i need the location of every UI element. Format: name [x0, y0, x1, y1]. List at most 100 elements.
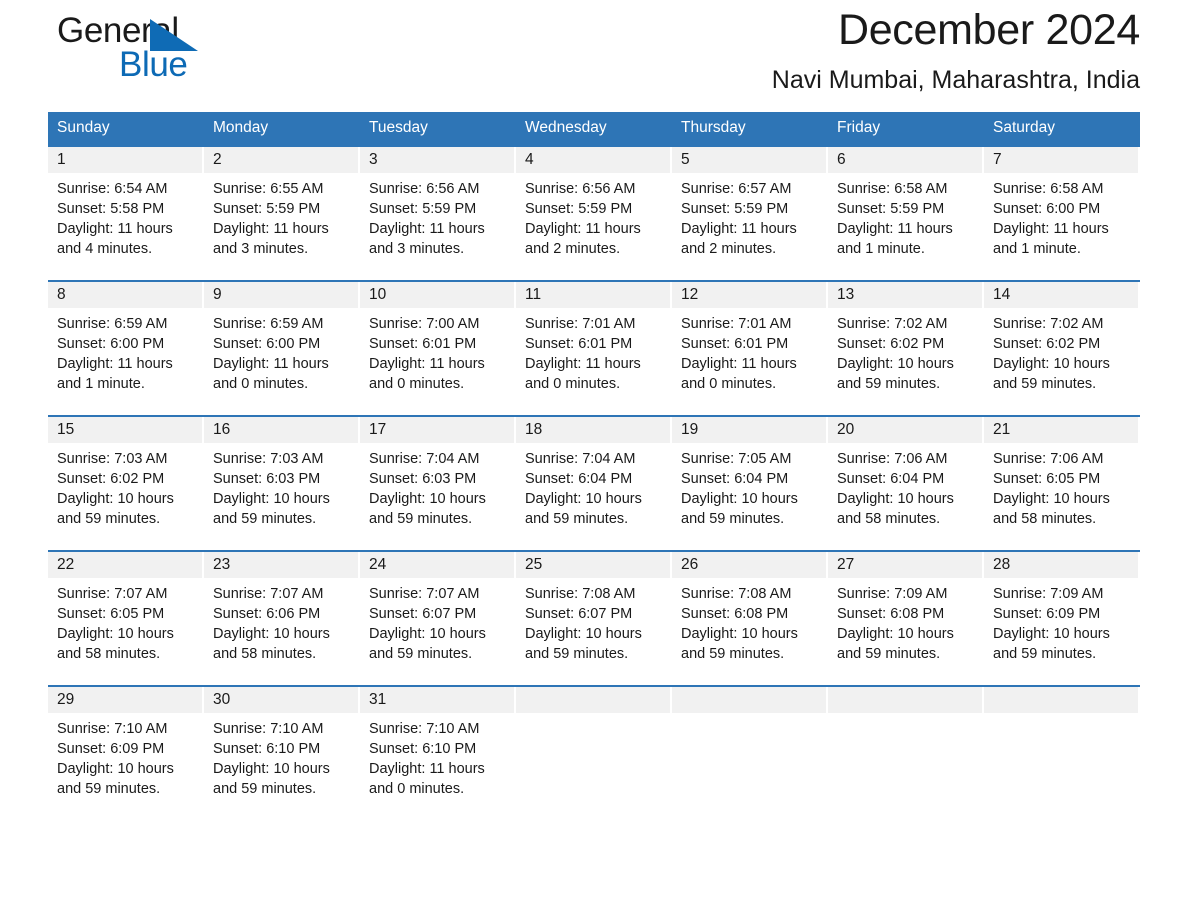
sunset-text: Sunset: 6:04 PM: [525, 471, 633, 487]
day-cell[interactable]: 30 Sunrise: 7:10 AM Sunset: 6:10 PM Dayligh…: [204, 685, 360, 807]
day-cell[interactable]: 12 Sunrise: 7:01 AM Sunset: 6:01 PM Dayligh…: [672, 280, 828, 416]
sunset-text: Sunset: 6:10 PM: [213, 741, 321, 757]
sunset-text: Sunset: 6:01 PM: [525, 336, 633, 352]
sunrise-text: Sunrise: 7:07 AM: [57, 586, 168, 602]
day-cell[interactable]: 21 Sunrise: 7:06 AM Sunset: 6:05 PM Dayligh…: [984, 415, 1140, 551]
sunset-text: Sunset: 6:04 PM: [837, 471, 945, 487]
day-number: 13: [837, 286, 855, 303]
sunset-text: Sunset: 6:03 PM: [213, 471, 321, 487]
dow-header-monday: Monday: [204, 112, 360, 146]
day-cell-empty: [516, 685, 672, 807]
day-cell[interactable]: 28 Sunrise: 7:09 AM Sunset: 6:09 PM Dayligh…: [984, 550, 1140, 686]
daylight-text-line2: and 59 minutes.: [57, 511, 161, 527]
daylight-text-line2: and 0 minutes.: [525, 376, 621, 392]
day-cell[interactable]: 10 Sunrise: 7:00 AM Sunset: 6:01 PM Dayligh…: [360, 280, 516, 416]
sunset-text: Sunset: 6:05 PM: [993, 471, 1101, 487]
day-cell[interactable]: 3 Sunrise: 6:56 AM Sunset: 5:59 PM Daylight…: [360, 145, 516, 281]
day-number: 18: [525, 421, 543, 438]
daylight-text-line2: and 59 minutes.: [837, 376, 941, 392]
day-cell[interactable]: 18 Sunrise: 7:04 AM Sunset: 6:04 PM Dayligh…: [516, 415, 672, 551]
daylight-text-line2: and 2 minutes.: [681, 241, 777, 257]
daylight-text-line2: and 3 minutes.: [369, 241, 465, 257]
sunset-text: Sunset: 5:59 PM: [525, 201, 633, 217]
sunset-text: Sunset: 5:58 PM: [57, 201, 165, 217]
dow-header-tuesday: Tuesday: [360, 112, 516, 146]
sunrise-text: Sunrise: 7:02 AM: [837, 316, 948, 332]
day-cell[interactable]: 26 Sunrise: 7:08 AM Sunset: 6:08 PM Dayligh…: [672, 550, 828, 686]
day-cell[interactable]: 14 Sunrise: 7:02 AM Sunset: 6:02 PM Dayligh…: [984, 280, 1140, 416]
calendar-table: Sunday Monday Tuesday Wednesday Thursday…: [48, 112, 1140, 807]
daylight-text-line1: Daylight: 10 hours: [993, 356, 1110, 372]
day-number: 31: [369, 691, 387, 708]
day-cell[interactable]: 15 Sunrise: 7:03 AM Sunset: 6:02 PM Dayligh…: [48, 415, 204, 551]
daylight-text-line1: Daylight: 11 hours: [369, 761, 485, 777]
day-cell[interactable]: 20 Sunrise: 7:06 AM Sunset: 6:04 PM Dayligh…: [828, 415, 984, 551]
daylight-text-line1: Daylight: 11 hours: [525, 221, 641, 237]
dow-header-sunday: Sunday: [48, 112, 204, 146]
sunset-text: Sunset: 6:07 PM: [525, 606, 633, 622]
sunset-text: Sunset: 6:02 PM: [837, 336, 945, 352]
day-cell[interactable]: 29 Sunrise: 7:10 AM Sunset: 6:09 PM Dayligh…: [48, 685, 204, 807]
sunrise-text: Sunrise: 7:10 AM: [369, 721, 480, 737]
generalblue-logo[interactable]: General Blue: [48, 10, 198, 88]
day-cell[interactable]: 25 Sunrise: 7:08 AM Sunset: 6:07 PM Dayligh…: [516, 550, 672, 686]
day-number: 3: [369, 151, 378, 168]
dow-header-saturday: Saturday: [984, 112, 1140, 146]
sunrise-text: Sunrise: 7:03 AM: [57, 451, 168, 467]
daylight-text-line2: and 0 minutes.: [369, 376, 465, 392]
day-cell[interactable]: 24 Sunrise: 7:07 AM Sunset: 6:07 PM Dayligh…: [360, 550, 516, 686]
calendar-page: General Blue December 2024 Navi Mumbai, …: [0, 0, 1188, 918]
day-number: 19: [681, 421, 699, 438]
daylight-text-line1: Daylight: 10 hours: [837, 491, 954, 507]
sunrise-text: Sunrise: 7:05 AM: [681, 451, 792, 467]
day-cell[interactable]: 17 Sunrise: 7:04 AM Sunset: 6:03 PM Dayligh…: [360, 415, 516, 551]
day-cell[interactable]: 1 Sunrise: 6:54 AM Sunset: 5:58 PM Daylight…: [48, 145, 204, 281]
day-of-week-header-row: Sunday Monday Tuesday Wednesday Thursday…: [48, 112, 1140, 146]
daylight-text-line1: Daylight: 11 hours: [57, 221, 173, 237]
sunset-text: Sunset: 6:10 PM: [369, 741, 477, 757]
week-row: 29 Sunrise: 7:10 AM Sunset: 6:09 PM Dayligh…: [48, 685, 1140, 807]
day-cell[interactable]: 27 Sunrise: 7:09 AM Sunset: 6:08 PM Dayligh…: [828, 550, 984, 686]
daylight-text-line1: Daylight: 11 hours: [837, 221, 953, 237]
day-cell[interactable]: 23 Sunrise: 7:07 AM Sunset: 6:06 PM Dayligh…: [204, 550, 360, 686]
day-cell[interactable]: 22 Sunrise: 7:07 AM Sunset: 6:05 PM Dayligh…: [48, 550, 204, 686]
daylight-text-line2: and 59 minutes.: [213, 781, 317, 797]
day-cell[interactable]: 6 Sunrise: 6:58 AM Sunset: 5:59 PM Daylight…: [828, 145, 984, 281]
sunrise-text: Sunrise: 7:08 AM: [525, 586, 636, 602]
sunrise-text: Sunrise: 7:06 AM: [993, 451, 1104, 467]
day-cell[interactable]: 5 Sunrise: 6:57 AM Sunset: 5:59 PM Daylight…: [672, 145, 828, 281]
daylight-text-line2: and 59 minutes.: [369, 511, 473, 527]
day-cell[interactable]: 8 Sunrise: 6:59 AM Sunset: 6:00 PM Daylight…: [48, 280, 204, 416]
day-cell[interactable]: 4 Sunrise: 6:56 AM Sunset: 5:59 PM Daylight…: [516, 145, 672, 281]
day-number: 10: [369, 286, 387, 303]
day-cell[interactable]: 9 Sunrise: 6:59 AM Sunset: 6:00 PM Daylight…: [204, 280, 360, 416]
sunrise-text: Sunrise: 7:06 AM: [837, 451, 948, 467]
sunrise-text: Sunrise: 7:04 AM: [369, 451, 480, 467]
sunset-text: Sunset: 6:08 PM: [681, 606, 789, 622]
week-row: 8 Sunrise: 6:59 AM Sunset: 6:00 PM Daylight…: [48, 280, 1140, 416]
daylight-text-line2: and 2 minutes.: [525, 241, 621, 257]
day-number: 16: [213, 421, 231, 438]
day-cell[interactable]: 11 Sunrise: 7:01 AM Sunset: 6:01 PM Dayligh…: [516, 280, 672, 416]
daylight-text-line2: and 0 minutes.: [213, 376, 309, 392]
day-number: 21: [993, 421, 1011, 438]
day-cell[interactable]: 7 Sunrise: 6:58 AM Sunset: 6:00 PM Daylight…: [984, 145, 1140, 281]
day-cell[interactable]: 16 Sunrise: 7:03 AM Sunset: 6:03 PM Dayligh…: [204, 415, 360, 551]
day-cell[interactable]: 2 Sunrise: 6:55 AM Sunset: 5:59 PM Daylight…: [204, 145, 360, 281]
day-cell[interactable]: 13 Sunrise: 7:02 AM Sunset: 6:02 PM Dayligh…: [828, 280, 984, 416]
sunset-text: Sunset: 6:05 PM: [57, 606, 165, 622]
day-number: 29: [57, 691, 75, 708]
daylight-text-line2: and 4 minutes.: [57, 241, 153, 257]
daylight-text-line1: Daylight: 10 hours: [369, 491, 486, 507]
daylight-text-line2: and 1 minute.: [993, 241, 1081, 257]
day-number: 9: [213, 286, 222, 303]
daylight-text-line1: Daylight: 10 hours: [681, 626, 798, 642]
sunset-text: Sunset: 6:03 PM: [369, 471, 477, 487]
daylight-text-line2: and 58 minutes.: [213, 646, 317, 662]
day-cell[interactable]: 31 Sunrise: 7:10 AM Sunset: 6:10 PM Dayligh…: [360, 685, 516, 807]
day-cell[interactable]: 19 Sunrise: 7:05 AM Sunset: 6:04 PM Dayligh…: [672, 415, 828, 551]
daylight-text-line1: Daylight: 10 hours: [837, 626, 954, 642]
daylight-text-line1: Daylight: 10 hours: [57, 626, 174, 642]
daylight-text-line1: Daylight: 10 hours: [213, 491, 330, 507]
sunset-text: Sunset: 5:59 PM: [681, 201, 789, 217]
